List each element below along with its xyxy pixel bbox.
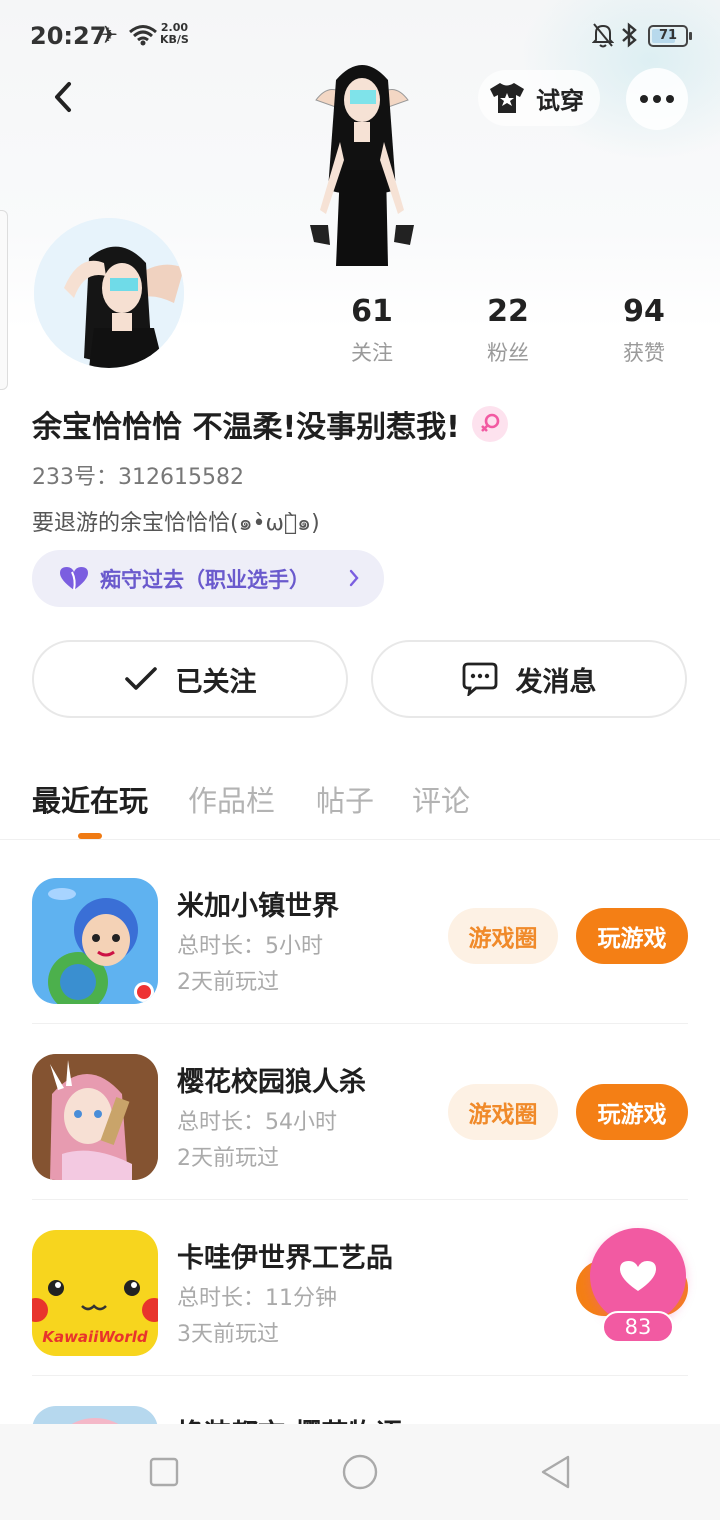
home-button[interactable]: [340, 1452, 380, 1492]
game-circle-button[interactable]: 游戏圈: [448, 908, 558, 964]
back-nav-button[interactable]: [536, 1452, 576, 1492]
tryon-label: 试穿: [536, 86, 584, 115]
wifi-icon: [128, 24, 158, 50]
game-duration: 总时长：54小时: [177, 1110, 337, 1135]
tab-posts[interactable]: 帖子: [316, 778, 374, 820]
list-item[interactable]: 樱花校园狼人杀 总时长：54小时 2天前玩过 游戏圈 玩游戏: [0, 1024, 720, 1200]
female-gender-icon: [471, 406, 508, 442]
stat-label: 获赞: [623, 341, 665, 365]
list-item[interactable]: 换装都市 樱花物语: [0, 1376, 720, 1428]
edge-handle[interactable]: [0, 210, 8, 390]
game-last-played: 2天前玩过: [177, 970, 279, 995]
airplane-icon: ✈: [98, 21, 119, 49]
status-time: 20:27: [30, 22, 107, 50]
tab-comments[interactable]: 评论: [412, 778, 470, 820]
back-button[interactable]: [40, 74, 86, 120]
game-last-played: 3天前玩过: [177, 1322, 279, 1347]
user-bio: 要退游的余宝恰恰恰(๑•̀ωก̀๑): [32, 511, 320, 536]
user-id: 233号：312615582: [32, 465, 244, 490]
more-dot: [640, 95, 648, 103]
title-tag[interactable]: 痴守过去（职业选手）: [32, 550, 384, 607]
chat-bubble-icon: [462, 662, 497, 696]
bluetooth-icon: [620, 22, 638, 54]
game-circle-button[interactable]: 游戏圈: [448, 1084, 558, 1140]
battery-indicator: 71: [648, 25, 692, 47]
game-icon-logo-text: KawaiiWorld: [42, 1328, 148, 1346]
game-name: 樱花校园狼人杀: [177, 1067, 366, 1098]
avatar-character-figure: [310, 65, 414, 266]
more-options-button[interactable]: [626, 68, 688, 130]
game-last-played: 2天前玩过: [177, 1146, 279, 1171]
stat-value: 94: [623, 294, 665, 329]
game-name: 卡哇伊世界工艺品: [177, 1243, 393, 1274]
username-row: 余宝恰恰恰 不温柔!没事别惹我!: [32, 402, 508, 446]
tshirt-icon: [490, 83, 524, 113]
play-game-button[interactable]: 玩游戏: [576, 908, 688, 964]
game-duration: 总时长：11分钟: [177, 1286, 337, 1311]
stat-value: 61: [351, 294, 393, 329]
square-icon: [149, 1457, 179, 1487]
avatar[interactable]: [34, 218, 184, 368]
more-dot: [666, 95, 674, 103]
profile-stats: 61 关注 22 粉丝 94 获赞: [300, 294, 720, 374]
game-name: 米加小镇世界: [177, 891, 339, 922]
recents-button[interactable]: [144, 1452, 184, 1492]
battery-level: 71: [658, 28, 678, 43]
stat-followers[interactable]: 22 粉丝: [438, 294, 578, 367]
heart-icon: [60, 566, 88, 590]
tab-recent-playing[interactable]: 最近在玩: [32, 778, 148, 820]
chevron-left-icon: [55, 82, 71, 112]
stat-likes[interactable]: 94 获赞: [574, 294, 714, 367]
tab-active-indicator: [78, 833, 102, 839]
follow-button[interactable]: 已关注: [32, 640, 348, 718]
bell-muted-icon: [591, 22, 615, 52]
game-icon-image: [32, 878, 158, 1004]
check-icon: [124, 667, 157, 690]
game-duration: 总时长：5小时: [177, 934, 323, 959]
stat-following[interactable]: 61 关注: [302, 294, 442, 367]
username: 余宝恰恰恰 不温柔!没事别惹我!: [32, 410, 460, 445]
game-icon-image: [32, 1054, 158, 1180]
list-item[interactable]: 米加小镇世界 总时长：5小时 2天前玩过 游戏圈 玩游戏: [0, 848, 720, 1024]
circle-icon: [342, 1454, 378, 1490]
system-nav-bar: [0, 1424, 720, 1520]
tab-works[interactable]: 作品栏: [188, 778, 275, 820]
title-tag-label: 痴守过去（职业选手）: [100, 567, 310, 592]
chevron-right-icon: [349, 569, 359, 587]
stat-value: 22: [487, 294, 529, 329]
follow-label: 已关注: [175, 666, 257, 698]
stat-label: 关注: [351, 341, 393, 365]
profile-tabs: 最近在玩 作品栏 帖子 评论: [0, 770, 720, 840]
tryon-button[interactable]: 试穿: [478, 70, 600, 126]
avatar-image: [34, 218, 184, 368]
triangle-back-icon: [541, 1455, 570, 1489]
heart-icon: [620, 1261, 656, 1291]
game-icon-image: KawaiiWorld: [32, 1230, 158, 1356]
message-button[interactable]: 发消息: [371, 640, 687, 718]
stat-label: 粉丝: [487, 341, 529, 365]
network-speed: 2.00 KB/S: [160, 22, 189, 46]
like-button[interactable]: [590, 1228, 686, 1324]
more-dot: [653, 95, 661, 103]
play-game-button[interactable]: 玩游戏: [576, 1084, 688, 1140]
like-count: 83: [602, 1311, 674, 1343]
message-label: 发消息: [515, 666, 597, 698]
speed-unit: KB/S: [160, 33, 189, 46]
